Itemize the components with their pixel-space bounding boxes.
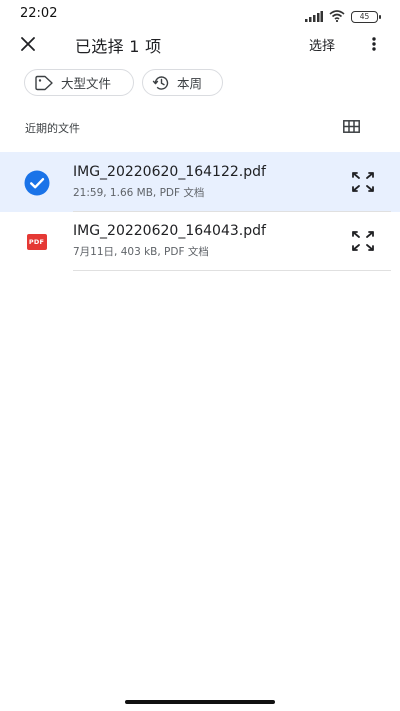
- pdf-icon: PDF: [26, 233, 47, 250]
- select-button[interactable]: 选择: [309, 35, 335, 54]
- row-divider: [73, 270, 391, 271]
- check-circle-icon: [24, 170, 49, 195]
- signal-icon: [305, 7, 323, 26]
- status-icons: 45: [305, 7, 381, 26]
- filter-chip-this-week[interactable]: 本周: [142, 69, 223, 96]
- app-bar: 已选择 1 项 选择: [0, 28, 400, 60]
- battery-icon: 45: [351, 10, 381, 23]
- file-list-item[interactable]: PDF IMG_20220620_164043.pdf 7月11日, 403 k…: [0, 211, 400, 271]
- wifi-icon: [329, 7, 345, 26]
- filter-chip-large-files[interactable]: 大型文件: [24, 69, 134, 96]
- history-icon: [152, 75, 169, 90]
- more-vert-icon: [372, 37, 376, 51]
- status-time: 22:02: [20, 6, 58, 21]
- file-type-thumbnail: PDF: [23, 228, 50, 255]
- close-button[interactable]: [16, 32, 40, 56]
- fullscreen-icon: [352, 231, 374, 251]
- grid-view-button[interactable]: [341, 118, 361, 134]
- section-title-recent-files: 近期的文件: [25, 122, 80, 135]
- preview-button[interactable]: [350, 229, 376, 253]
- filter-chip-label: 大型文件: [61, 76, 112, 91]
- preview-button[interactable]: [350, 170, 376, 194]
- close-icon: [21, 37, 35, 51]
- file-meta: 7月11日, 403 kB, PDF 文档: [73, 246, 209, 258]
- status-bar: 22:02 45: [0, 0, 400, 28]
- grid-view-icon: [342, 119, 360, 133]
- home-indicator[interactable]: [125, 700, 275, 704]
- file-name: IMG_20220620_164122.pdf: [73, 164, 266, 180]
- file-list-item[interactable]: IMG_20220620_164122.pdf 21:59, 1.66 MB, …: [0, 152, 400, 212]
- filter-chip-label: 本周: [177, 76, 203, 91]
- page-title: 已选择 1 项: [75, 37, 162, 56]
- selection-checkbox[interactable]: [23, 169, 50, 196]
- file-meta: 21:59, 1.66 MB, PDF 文档: [73, 187, 205, 199]
- more-options-button[interactable]: [362, 32, 386, 56]
- fullscreen-icon: [352, 172, 374, 192]
- tag-icon: [35, 75, 53, 90]
- file-name: IMG_20220620_164043.pdf: [73, 223, 266, 239]
